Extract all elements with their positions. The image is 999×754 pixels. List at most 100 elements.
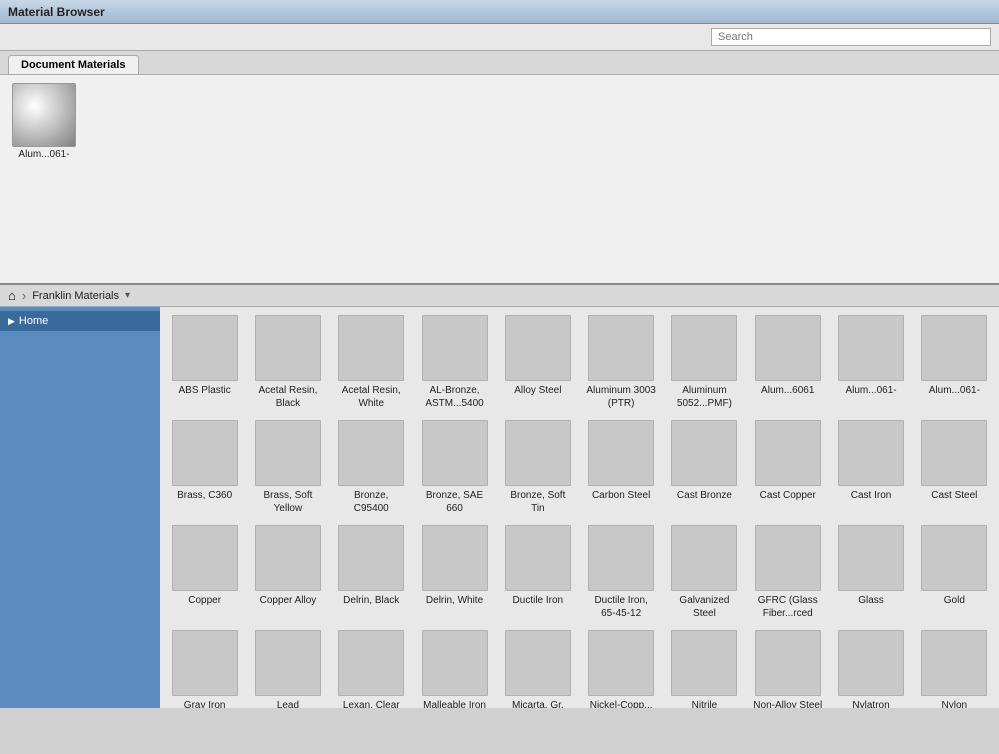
grid-item-thumb bbox=[505, 525, 571, 591]
tab-row: Document Materials bbox=[0, 51, 999, 75]
lib-dropdown-arrow[interactable]: ▾ bbox=[125, 290, 130, 301]
materials-grid[interactable]: ABS PlasticAcetal Resin, Black Acetal Res… bbox=[160, 307, 999, 708]
grid-item-label: Non-Alloy Steel bbox=[753, 699, 822, 708]
grid-item[interactable]: AL-Bronze, ASTM...5400 bbox=[414, 311, 495, 414]
grid-item-thumb bbox=[172, 525, 238, 591]
grid-item-thumb bbox=[505, 315, 571, 381]
grid-item-label: Nickel-Copp... 400 bbox=[586, 699, 656, 708]
grid-item[interactable]: Acetal Resin, White bbox=[331, 311, 412, 414]
nav-separator: › bbox=[22, 288, 26, 303]
grid-item[interactable]: Bronze, C95400 bbox=[331, 416, 412, 519]
grid-item[interactable]: Cast Bronze bbox=[664, 416, 745, 519]
grid-item-thumb bbox=[172, 630, 238, 696]
grid-item-label: Ductile Iron, 65-45-12 bbox=[586, 594, 656, 620]
grid-item[interactable]: Cast Steel bbox=[914, 416, 995, 519]
grid-item-thumb bbox=[422, 630, 488, 696]
sidebar-item-label: Home bbox=[19, 315, 48, 327]
grid-item-label: Nylon Comp...on, bbox=[919, 699, 989, 708]
grid-item[interactable]: Malleable Iron bbox=[414, 626, 495, 708]
grid-inner: ABS PlasticAcetal Resin, Black Acetal Res… bbox=[164, 311, 995, 708]
grid-item-label: Micarta, Gr. 213 bbox=[503, 699, 573, 708]
grid-item-label: Nylatron bbox=[852, 699, 889, 708]
grid-item[interactable]: Ductile Iron, 65-45-12 bbox=[581, 521, 662, 624]
grid-item-label: Glass bbox=[858, 594, 884, 607]
grid-item[interactable]: Brass, Soft Yellow bbox=[247, 416, 328, 519]
grid-item-thumb bbox=[338, 525, 404, 591]
grid-item[interactable]: Acetal Resin, Black bbox=[247, 311, 328, 414]
grid-item[interactable]: Copper Alloy bbox=[247, 521, 328, 624]
grid-item[interactable]: Nylon Comp...on, bbox=[914, 626, 995, 708]
grid-item[interactable]: Micarta, Gr. 213 bbox=[497, 626, 578, 708]
doc-material-thumb bbox=[12, 83, 76, 147]
grid-item[interactable]: Brass, C360 bbox=[164, 416, 245, 519]
search-input[interactable] bbox=[711, 28, 991, 46]
grid-item[interactable]: Nitrile bbox=[664, 626, 745, 708]
grid-item[interactable]: Alum...061- bbox=[914, 311, 995, 414]
grid-item[interactable]: Nickel-Copp... 400 bbox=[581, 626, 662, 708]
lib-content: ▶ Home ABS PlasticAcetal Resin, Black Ace… bbox=[0, 307, 999, 708]
grid-item[interactable]: Aluminum 5052...PMF) bbox=[664, 311, 745, 414]
grid-item[interactable]: Lead bbox=[247, 626, 328, 708]
grid-item[interactable]: Galvanized Steel bbox=[664, 521, 745, 624]
grid-item-thumb bbox=[921, 420, 987, 486]
grid-item[interactable]: Ductile Iron bbox=[497, 521, 578, 624]
grid-item-label: Lexan, Clear bbox=[343, 699, 400, 708]
grid-item-thumb bbox=[338, 315, 404, 381]
grid-item[interactable]: Glass bbox=[830, 521, 911, 624]
grid-item-thumb bbox=[588, 525, 654, 591]
grid-item[interactable]: Nylatron bbox=[830, 626, 911, 708]
grid-item-label: Delrin, Black bbox=[343, 594, 399, 607]
grid-item-label: Acetal Resin, White bbox=[336, 384, 406, 410]
grid-item-thumb bbox=[588, 420, 654, 486]
grid-item[interactable]: ABS Plastic bbox=[164, 311, 245, 414]
grid-item-thumb bbox=[755, 315, 821, 381]
grid-item[interactable]: Alum...061- bbox=[830, 311, 911, 414]
grid-item-label: Alloy Steel bbox=[514, 384, 561, 397]
grid-item-label: AL-Bronze, ASTM...5400 bbox=[420, 384, 490, 410]
grid-item[interactable]: Delrin, Black bbox=[331, 521, 412, 624]
grid-item[interactable]: Delrin, White bbox=[414, 521, 495, 624]
sidebar-item-home[interactable]: ▶ Home bbox=[0, 311, 160, 331]
grid-item-label: Malleable Iron bbox=[423, 699, 486, 708]
grid-item[interactable]: Bronze, SAE 660 bbox=[414, 416, 495, 519]
grid-item[interactable]: GFRC (Glass Fiber...rced bbox=[747, 521, 828, 624]
grid-item-label: Carbon Steel bbox=[592, 489, 650, 502]
grid-item[interactable]: Non-Alloy Steel bbox=[747, 626, 828, 708]
grid-item[interactable]: Bronze, Soft Tin bbox=[497, 416, 578, 519]
grid-item[interactable]: Gold bbox=[914, 521, 995, 624]
grid-item-thumb bbox=[921, 630, 987, 696]
grid-item-thumb bbox=[255, 420, 321, 486]
grid-item-label: Brass, Soft Yellow bbox=[253, 489, 323, 515]
grid-item-label: Gray Iron bbox=[184, 699, 226, 708]
grid-item-thumb bbox=[338, 630, 404, 696]
grid-item[interactable]: Aluminum 3003 (PTR) bbox=[581, 311, 662, 414]
grid-item-label: Galvanized Steel bbox=[669, 594, 739, 620]
grid-item-thumb bbox=[588, 630, 654, 696]
grid-item[interactable]: Alloy Steel bbox=[497, 311, 578, 414]
grid-item[interactable]: Gray Iron bbox=[164, 626, 245, 708]
search-bar bbox=[0, 24, 999, 51]
grid-item[interactable]: Carbon Steel bbox=[581, 416, 662, 519]
grid-item-label: Bronze, C95400 bbox=[336, 489, 406, 515]
grid-item-label: Lead bbox=[277, 699, 299, 708]
grid-item-thumb bbox=[671, 315, 737, 381]
grid-item-thumb bbox=[838, 630, 904, 696]
grid-item-thumb bbox=[755, 630, 821, 696]
document-materials-panel: Alum...061- bbox=[0, 75, 999, 285]
grid-item-label: Copper Alloy bbox=[260, 594, 317, 607]
grid-item[interactable]: Lexan, Clear bbox=[331, 626, 412, 708]
doc-material-label: Alum...061- bbox=[18, 149, 69, 160]
doc-material-item[interactable]: Alum...061- bbox=[8, 83, 80, 160]
grid-item-label: GFRC (Glass Fiber...rced bbox=[753, 594, 823, 620]
grid-item[interactable]: Cast Iron bbox=[830, 416, 911, 519]
grid-item[interactable]: Copper bbox=[164, 521, 245, 624]
tab-document-materials[interactable]: Document Materials bbox=[8, 55, 139, 74]
grid-item[interactable]: Cast Copper bbox=[747, 416, 828, 519]
grid-item-label: Copper bbox=[188, 594, 221, 607]
home-icon[interactable]: ⌂ bbox=[8, 288, 16, 303]
grid-item-thumb bbox=[671, 525, 737, 591]
grid-item-thumb bbox=[921, 525, 987, 591]
grid-item-thumb bbox=[422, 315, 488, 381]
grid-item[interactable]: Alum...6061 bbox=[747, 311, 828, 414]
title-bar: Material Browser bbox=[0, 0, 999, 24]
